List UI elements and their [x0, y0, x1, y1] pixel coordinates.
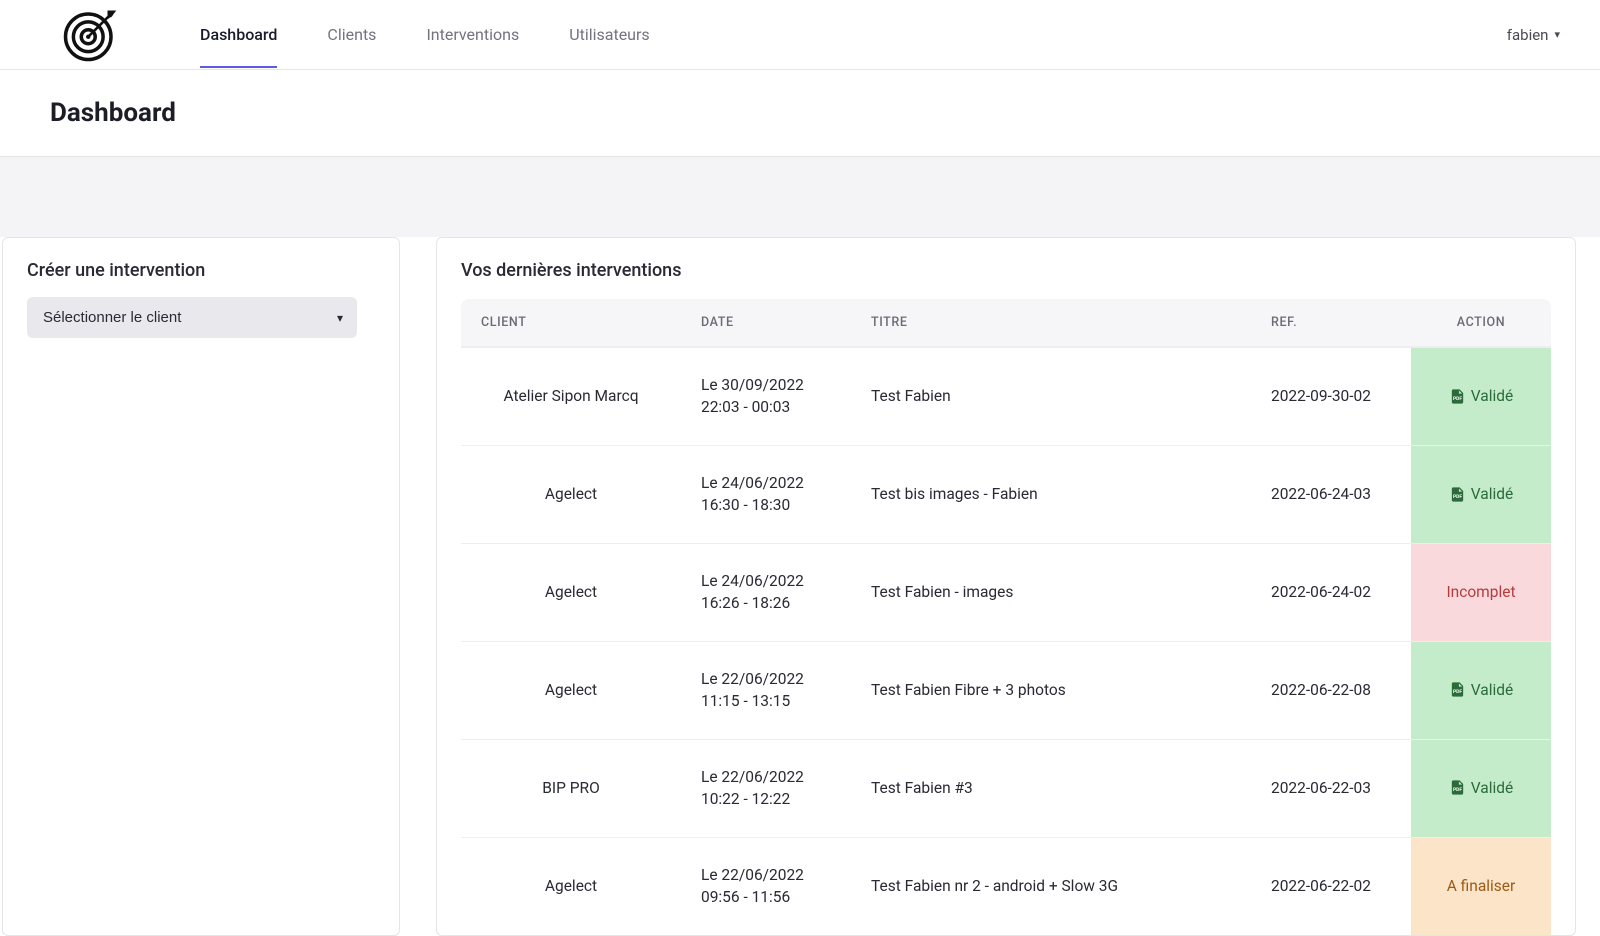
table-row[interactable]: Atelier Sipon MarcqLe 30/09/202222:03 - …	[461, 346, 1551, 445]
cell-ref: 2022-06-22-08	[1251, 641, 1411, 739]
cell-date: Le 24/06/202216:26 - 18:26	[681, 543, 851, 641]
interventions-table: CLIENT DATE TITRE REF. ACTION Atelier Si…	[461, 299, 1551, 935]
col-header-date: DATE	[681, 299, 851, 346]
app-logo	[60, 5, 120, 65]
chevron-down-icon: ▾	[1554, 28, 1560, 41]
cell-ref: 2022-06-22-03	[1251, 739, 1411, 837]
cell-client: Agelect	[461, 641, 681, 739]
table-row[interactable]: AgelectLe 24/06/202216:26 - 18:26Test Fa…	[461, 543, 1551, 641]
cell-titre: Test Fabien Fibre + 3 photos	[851, 641, 1251, 739]
nav-clients[interactable]: Clients	[327, 1, 376, 68]
cell-client: Atelier Sipon Marcq	[461, 346, 681, 445]
cell-action[interactable]: Incomplet	[1411, 543, 1551, 641]
cell-ref: 2022-06-22-02	[1251, 837, 1411, 935]
table-row[interactable]: AgelectLe 22/06/202211:15 - 13:15Test Fa…	[461, 641, 1551, 739]
col-header-ref: REF.	[1251, 299, 1411, 346]
cell-client: Agelect	[461, 445, 681, 543]
nav-utilisateurs[interactable]: Utilisateurs	[569, 1, 649, 68]
table-row[interactable]: AgelectLe 24/06/202216:30 - 18:30Test bi…	[461, 445, 1551, 543]
svg-text:PDF: PDF	[1453, 690, 1462, 696]
recent-interventions-heading: Vos dernières interventions	[461, 260, 1551, 281]
cell-action[interactable]: PDFValidé	[1411, 346, 1551, 445]
create-intervention-panel: Créer une intervention Sélectionner le c…	[2, 237, 400, 936]
user-name: fabien	[1507, 26, 1549, 44]
cell-client: BIP PRO	[461, 739, 681, 837]
col-header-client: CLIENT	[461, 299, 681, 346]
main-nav: Dashboard Clients Interventions Utilisat…	[200, 1, 650, 68]
create-intervention-heading: Créer une intervention	[27, 260, 375, 281]
cell-date: Le 30/09/202222:03 - 00:03	[681, 346, 851, 445]
cell-ref: 2022-06-24-02	[1251, 543, 1411, 641]
page-title: Dashboard	[50, 98, 1550, 128]
topbar: Dashboard Clients Interventions Utilisat…	[0, 0, 1600, 70]
client-select[interactable]: Sélectionner le client	[27, 297, 357, 338]
cell-titre: Test Fabien nr 2 - android + Slow 3G	[851, 837, 1251, 935]
svg-text:PDF: PDF	[1453, 494, 1462, 500]
pdf-icon: PDF	[1449, 779, 1471, 797]
svg-text:PDF: PDF	[1453, 396, 1462, 402]
cell-date: Le 22/06/202211:15 - 13:15	[681, 641, 851, 739]
nav-dashboard[interactable]: Dashboard	[200, 1, 277, 68]
cell-titre: Test Fabien	[851, 346, 1251, 445]
page-title-bar: Dashboard	[0, 70, 1600, 157]
cell-titre: Test Fabien #3	[851, 739, 1251, 837]
user-menu[interactable]: fabien ▾	[1507, 26, 1560, 44]
nav-interventions[interactable]: Interventions	[426, 1, 519, 68]
col-header-titre: TITRE	[851, 299, 1251, 346]
pdf-icon: PDF	[1449, 681, 1471, 699]
cell-action[interactable]: PDFValidé	[1411, 641, 1551, 739]
pdf-icon: PDF	[1449, 485, 1471, 503]
pdf-icon: PDF	[1449, 387, 1471, 405]
spacer-band	[0, 157, 1600, 237]
cell-date: Le 24/06/202216:30 - 18:30	[681, 445, 851, 543]
col-header-action: ACTION	[1411, 299, 1551, 346]
cell-action[interactable]: PDFValidé	[1411, 445, 1551, 543]
cell-action[interactable]: A finaliser	[1411, 837, 1551, 935]
cell-date: Le 22/06/202209:56 - 11:56	[681, 837, 851, 935]
cell-titre: Test bis images - Fabien	[851, 445, 1251, 543]
recent-interventions-panel: Vos dernières interventions CLIENT DATE …	[436, 237, 1576, 936]
svg-text:PDF: PDF	[1453, 787, 1462, 793]
cell-action[interactable]: PDFValidé	[1411, 739, 1551, 837]
cell-titre: Test Fabien - images	[851, 543, 1251, 641]
cell-ref: 2022-09-30-02	[1251, 346, 1411, 445]
table-row[interactable]: AgelectLe 22/06/202209:56 - 11:56Test Fa…	[461, 837, 1551, 935]
cell-client: Agelect	[461, 837, 681, 935]
table-row[interactable]: BIP PROLe 22/06/202210:22 - 12:22Test Fa…	[461, 739, 1551, 837]
cell-ref: 2022-06-24-03	[1251, 445, 1411, 543]
cell-date: Le 22/06/202210:22 - 12:22	[681, 739, 851, 837]
cell-client: Agelect	[461, 543, 681, 641]
